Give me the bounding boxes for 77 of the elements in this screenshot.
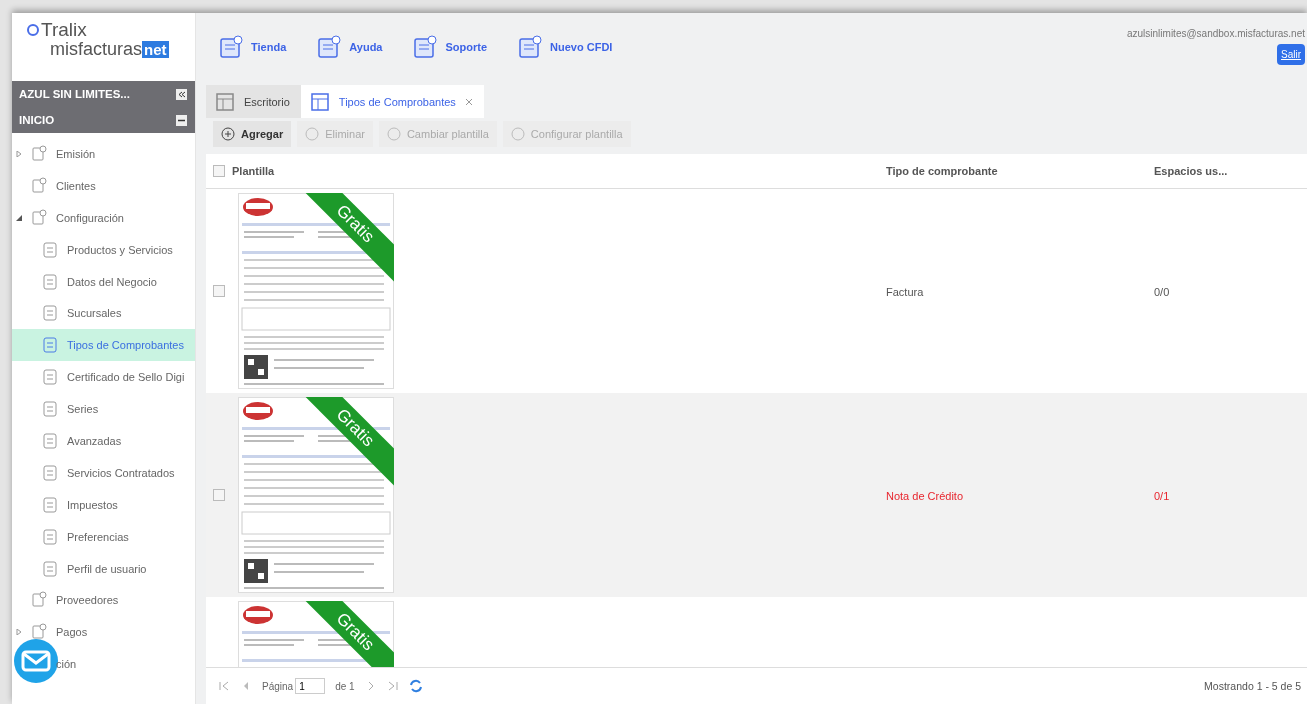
page-input[interactable]: 1 — [295, 678, 326, 694]
sidebar-subitem[interactable]: Tipos de Comprobantes — [12, 329, 195, 362]
nav-link[interactable]: Soporte — [412, 34, 488, 60]
sidebar-item[interactable]: Pagos — [12, 616, 195, 649]
document-icon — [316, 34, 343, 60]
sidebar-subitem[interactable]: Servicios Contratados — [12, 456, 195, 489]
document-icon — [412, 34, 439, 60]
sidebar-item[interactable]: Emisión — [12, 138, 195, 170]
circle-icon — [510, 127, 525, 141]
sidebar-subitem[interactable]: Perfil de usuario — [12, 552, 195, 585]
sidebar-subitem[interactable]: Avanzadas — [12, 425, 195, 457]
sheet-icon — [41, 527, 59, 546]
document-icon — [30, 623, 48, 642]
sheet-icon — [41, 495, 59, 514]
plus-icon — [221, 127, 235, 141]
nav-link[interactable]: Ayuda — [316, 34, 383, 60]
circle-icon — [386, 127, 401, 141]
logout-button[interactable]: Salir — [1277, 44, 1305, 65]
page-summary: Mostrando 1 - 5 de 5 — [1204, 680, 1301, 692]
sidebar-subitem[interactable]: Impuestos — [12, 488, 195, 521]
sidebar-subitem[interactable]: Certificado de Sello Digi — [12, 361, 195, 394]
nav-link[interactable]: Nuevo CFDI — [517, 34, 613, 60]
sidebar-item[interactable]: Proveedores — [12, 584, 195, 617]
sidebar-subitem[interactable]: Productos y Servicios — [12, 233, 195, 266]
sheet-icon — [41, 400, 59, 419]
column-header[interactable]: Plantilla — [232, 165, 886, 177]
sidebar-subitem[interactable]: Series — [12, 393, 195, 425]
sheet-icon — [41, 336, 59, 355]
sidebar-subitem[interactable]: Datos del Negocio — [12, 265, 195, 298]
user-email: azulsinlimites@sandbox.misfacturas.net — [1127, 28, 1305, 39]
expand-arrow-icon[interactable] — [16, 214, 22, 221]
sheet-icon — [41, 463, 59, 482]
last-page-icon[interactable] — [386, 680, 399, 692]
sheet-icon — [41, 240, 59, 259]
sheet-icon — [41, 431, 59, 450]
first-page-icon[interactable] — [218, 680, 230, 692]
row-checkbox[interactable] — [213, 489, 225, 501]
table-cell: 0/0 — [1154, 286, 1170, 298]
toolbar-button[interactable]: Agregar — [213, 121, 292, 147]
nav-link[interactable]: Tienda — [218, 34, 287, 60]
select-all-checkbox[interactable] — [213, 165, 225, 177]
sheet-icon — [41, 272, 59, 291]
table-cell: Factura — [886, 286, 924, 298]
table-cell: 0/1 — [1154, 490, 1170, 502]
mail-button[interactable] — [14, 639, 58, 683]
circle-icon — [305, 127, 320, 141]
document-icon — [517, 34, 544, 60]
column-header[interactable]: Tipo de comprobante — [886, 165, 1154, 177]
account-name: AZUL SIN LIMITES... — [19, 88, 130, 100]
column-header[interactable]: Espacios us... — [1154, 165, 1307, 177]
tab[interactable]: Tipos de Comprobantes — [300, 85, 484, 118]
layout-icon — [215, 91, 235, 112]
table-cell: Nota de Crédito — [886, 490, 964, 502]
sidebar-item[interactable]: Configuración — [12, 201, 195, 234]
sidebar-item[interactable]: Clientes — [12, 169, 195, 202]
document-icon — [30, 176, 48, 195]
minimize-button[interactable] — [176, 114, 187, 126]
page-count: de 1 — [335, 680, 355, 692]
document-icon — [30, 144, 48, 163]
sheet-icon — [41, 559, 59, 578]
collapse-button[interactable] — [176, 88, 187, 100]
envelope-icon — [21, 650, 51, 672]
close-icon[interactable] — [464, 97, 473, 106]
document-icon — [30, 591, 48, 610]
page-label: Página — [262, 680, 294, 692]
document-icon — [309, 91, 330, 112]
document-icon — [218, 34, 244, 60]
row-checkbox[interactable] — [213, 285, 225, 297]
tab[interactable]: Escritorio — [206, 85, 301, 118]
sheet-icon — [41, 304, 59, 323]
sidebar-subitem[interactable]: Preferencias — [12, 520, 195, 553]
sheet-icon — [41, 368, 59, 387]
refresh-icon[interactable] — [408, 679, 423, 693]
document-icon — [30, 208, 48, 227]
section-title: INICIO — [19, 114, 55, 126]
sidebar-subitem[interactable]: Sucursales — [12, 297, 195, 330]
brand-logo: Tralix misfacturasnet — [12, 13, 195, 81]
